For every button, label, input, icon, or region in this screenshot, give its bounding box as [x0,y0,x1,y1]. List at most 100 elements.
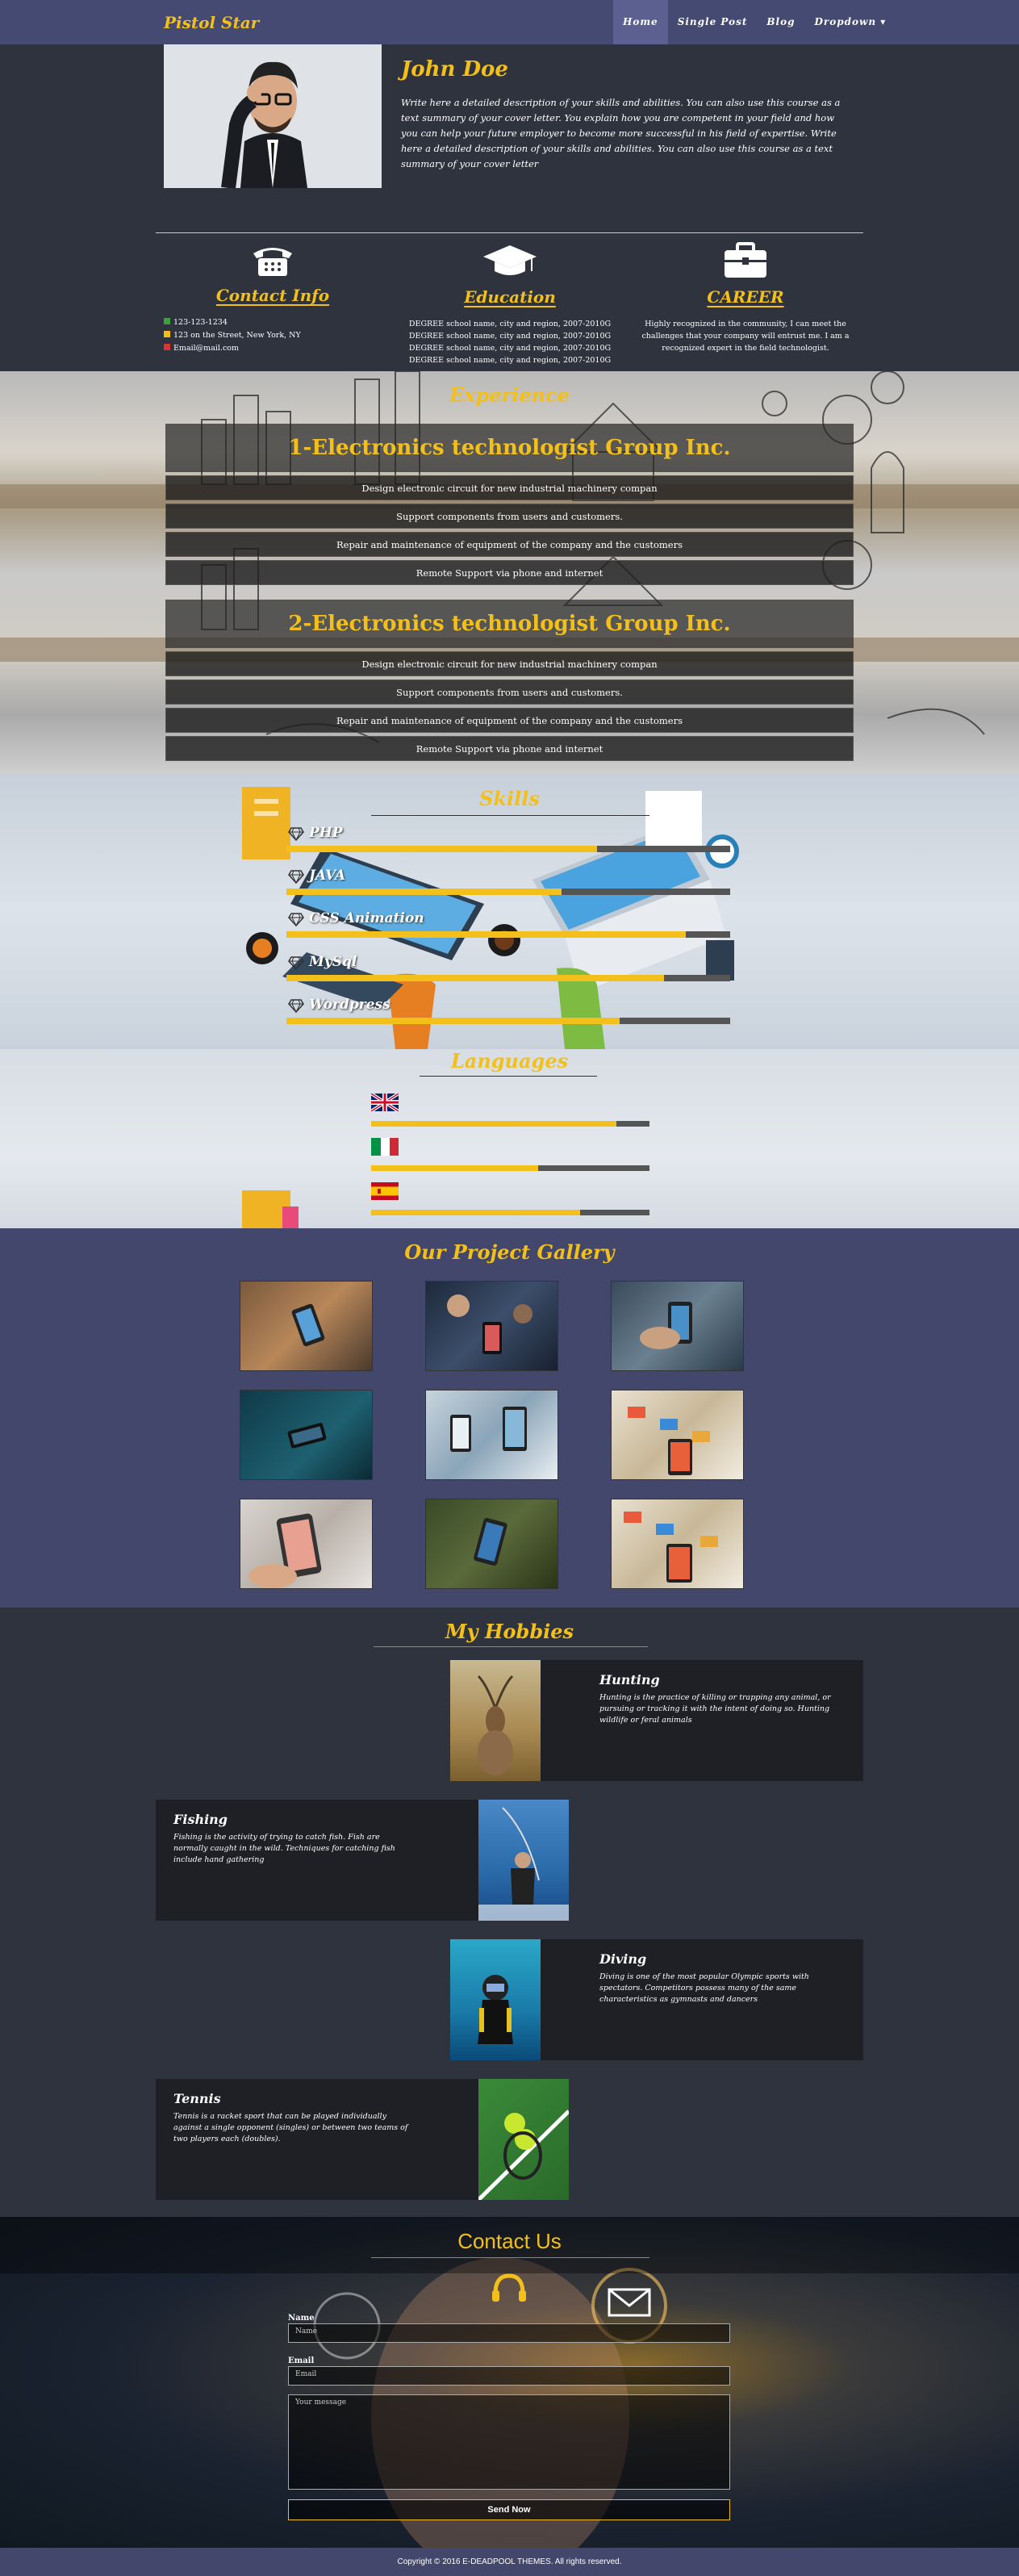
hobbies-title: My Hobbies [445,1620,574,1643]
diamond-icon [288,827,304,841]
job-task: Design electronic circuit for new indust… [165,651,854,676]
hobby-title: Diving [599,1951,647,1967]
skills-section: Skills PHP JAVA CSS Animation MySql Wordpres… [0,775,1019,1049]
divider [156,232,863,233]
name-label: Name [288,2314,315,2323]
brand-logo[interactable]: Pistol Star [164,13,259,32]
education-item: DEGREE school name, city and region, 200… [408,344,612,353]
hobby-text: Hunting is the practice of killing or tr… [599,1693,831,1725]
language-bar-fill [371,1210,580,1215]
email-input[interactable]: Email [288,2366,730,2386]
gallery-image[interactable] [240,1499,373,1589]
skill-name: JAVA [309,868,346,884]
email-icon [164,344,170,350]
gallery-title: Our Project Gallery [404,1240,615,1264]
italy-flag-icon [371,1138,399,1156]
skills-title-underline [371,815,649,816]
skill-bar [286,846,730,852]
skills-title: Skills [479,787,540,810]
skill-bar-fill [286,1018,620,1024]
job-title: 2-Electronics technologist Group Inc. [165,600,854,648]
profile-photo [164,44,382,188]
job-block: 2-Electronics technologist Group Inc. De… [165,600,854,761]
hobby-text: Tennis is a racket sport that can be pla… [173,2112,408,2143]
hobby-diving: Diving Diving is one of the most popular… [156,1939,863,2060]
job-task: Support components from users and custom… [165,680,854,705]
location-icon [164,331,170,337]
email-label: Email [288,2356,315,2365]
hobbies-title-underline [374,1646,648,1647]
contact-section: Contact Us Name Name Email Email Your me… [0,2217,1019,2548]
nav-dropdown-label: Dropdown [814,16,877,27]
send-button[interactable]: Send Now [288,2499,730,2520]
experience-section: Experience 1-Electronics technologist Gr… [0,371,1019,775]
nav-blog[interactable]: Blog [757,0,804,44]
hobby-image [478,1800,569,1921]
hobby-hunting: Hunting Hunting is the practice of killi… [156,1660,863,1781]
skill-name: PHP [309,825,343,841]
gallery-image[interactable] [240,1281,373,1371]
hobby-title: Tennis [173,2091,221,2106]
education-title: Education [464,287,556,307]
skill-bar-fill [286,931,686,938]
job-title: 1-Electronics technologist Group Inc. [165,424,854,472]
skill-item: JAVA [286,868,730,895]
name-input[interactable]: Name [288,2323,730,2343]
gallery-section: Our Project Gallery [0,1228,1019,1608]
gallery-image[interactable] [425,1499,558,1589]
skill-bar [286,931,730,938]
hobby-image [478,2079,569,2200]
hobby-text: Diving is one of the most popular Olympi… [599,1972,809,2004]
job-block: 1-Electronics technologist Group Inc. De… [165,424,854,585]
contact-title-underline [371,2257,649,2258]
gallery-image[interactable] [240,1390,373,1480]
language-bar-fill [371,1165,538,1171]
hobby-title: Hunting [599,1672,660,1687]
skill-item: PHP [286,825,730,852]
contact-address-text: 123 on the Street, New York, NY [173,331,301,340]
contact-email: Email@mail.com [164,342,386,355]
job-task: Repair and maintenance of equipment of t… [165,532,854,557]
skill-item: MySql [286,954,730,981]
gallery-image[interactable] [611,1499,744,1589]
hobbies-section: My Hobbies Hunting Hunting is the practi… [0,1608,1019,2217]
languages-section: Languages [0,1049,1019,1228]
contact-info-title: Contact Info [215,286,330,305]
skill-bar [286,975,730,981]
headset-icon [492,2273,526,2302]
nav-dropdown[interactable]: Dropdown ▾ [805,0,896,44]
skill-bar-fill [286,846,597,852]
career-title: CAREER [707,287,784,307]
skill-name: CSS Animation [309,910,424,926]
phone-icon [253,248,292,276]
profile-section: John Doe Write here a detailed descripti… [0,44,1019,408]
education-item: DEGREE school name, city and region, 200… [408,320,612,328]
nav-home[interactable]: Home [613,0,668,44]
diamond-icon [288,999,304,1013]
navbar: Pistol Star Home Single Post Blog Dropdo… [0,0,1019,44]
experience-title: Experience [449,383,570,407]
career-text: Highly recognized in the community, I ca… [641,320,850,353]
language-bar [371,1165,649,1171]
languages-title-underline [420,1076,597,1077]
education-item: DEGREE school name, city and region, 200… [408,332,612,341]
language-bar-fill [371,1121,616,1127]
profile-about: Write here a detailed description of you… [401,97,841,169]
education-column: Education DEGREE school name, city and r… [397,242,623,366]
message-textarea[interactable]: Your message [288,2394,730,2490]
diamond-icon [288,956,304,970]
diamond-icon [288,870,304,884]
education-item: DEGREE school name, city and region, 200… [408,356,612,365]
nav-single-post[interactable]: Single Post [668,0,758,44]
language-bar [371,1210,649,1215]
skill-bar [286,1018,730,1024]
hobby-image [450,1939,541,2060]
job-task: Remote Support via phone and internet [165,560,854,585]
hobby-image [450,1660,541,1781]
gallery-image[interactable] [611,1390,744,1480]
contact-email-text[interactable]: Email@mail.com [173,344,239,353]
gallery-image[interactable] [425,1390,558,1480]
gallery-image[interactable] [611,1281,744,1371]
gallery-image[interactable] [425,1281,558,1371]
footer: Copyright © 2016 E-DEADPOOL THEMES. All … [0,2548,1019,2576]
